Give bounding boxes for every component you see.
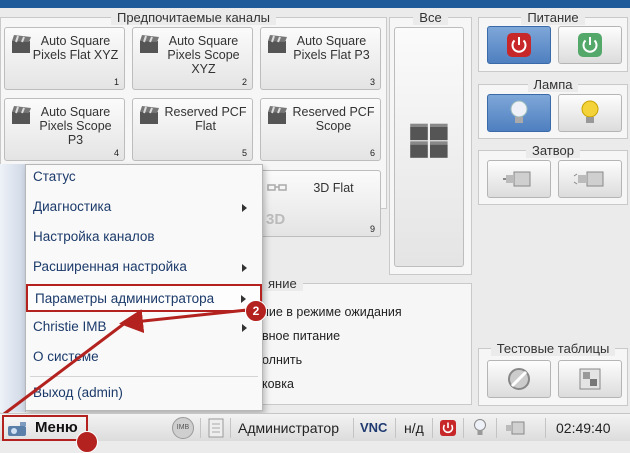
channel-number: 5: [241, 148, 247, 158]
lamp-status-icon: [474, 419, 486, 435]
shutter-open-icon: [573, 171, 604, 187]
channel-number: 2: [241, 77, 247, 87]
channel-number: 3: [369, 77, 375, 87]
channel-number: 4: [113, 148, 119, 158]
projector-icon: [8, 422, 26, 436]
submenu-arrow-icon: [242, 204, 247, 212]
channel-tile-2[interactable]: Auto Square Pixels Scope XYZ 2: [132, 27, 253, 90]
clapperboard-icon: [268, 35, 287, 53]
channel-label: Auto Square Pixels Scope P3: [39, 105, 112, 147]
channel-number: 1: [113, 77, 119, 87]
channel-tile-6[interactable]: Reserved PCF Scope 6: [260, 98, 381, 161]
na-indicator: н/д: [404, 420, 424, 436]
lightbulb-off-icon: [510, 100, 528, 123]
menu-item-christie-imb[interactable]: Christie IMB: [33, 316, 261, 338]
preferred-channels-title: Предпочитаемые каналы: [110, 10, 277, 25]
option-power[interactable]: вное питание: [262, 329, 340, 343]
power-on-button[interactable]: [558, 26, 622, 64]
clock: 02:49:40: [556, 420, 611, 436]
lamp-off-button[interactable]: [487, 94, 551, 132]
shutter-closed-icon: [503, 171, 531, 187]
no-pattern-icon: [508, 368, 530, 390]
channel-tile-3[interactable]: Auto Square Pixels Flat P3 3: [260, 27, 381, 90]
menu-button-label: Меню: [35, 419, 78, 436]
document-icon: [208, 418, 224, 438]
test-pattern-button[interactable]: [558, 360, 622, 398]
test-patterns-title: Тестовые таблицы: [490, 341, 616, 356]
channel-number: 9: [369, 224, 375, 234]
menu-item-admin-settings[interactable]: Параметры администратора: [26, 284, 262, 312]
submenu-arrow-icon: [242, 324, 247, 332]
clapperboard-icon: [268, 106, 287, 124]
channel-label: Auto Square Pixels Flat XYZ: [32, 34, 119, 62]
test-pattern-icon: [579, 368, 601, 390]
shutter-status-icon: [506, 421, 525, 435]
shutter-title: Затвор: [526, 143, 580, 158]
menu-item-about[interactable]: О системе: [33, 346, 261, 368]
power-on-icon: [578, 33, 602, 57]
shutter-close-button[interactable]: [487, 160, 551, 198]
current-user[interactable]: Администратор: [238, 414, 339, 442]
main-menu-popup: Статус Диагностика Настройка каналов Рас…: [25, 164, 263, 411]
menu-button[interactable]: Меню: [2, 415, 88, 441]
menu-item-logout[interactable]: Выход (admin): [33, 382, 261, 404]
channel-tile-5[interactable]: Reserved PCF Flat 5: [132, 98, 253, 161]
clapperboard-icon: [12, 106, 31, 124]
submenu-arrow-icon: [242, 264, 247, 272]
channel-label: Auto Square Pixels Scope XYZ: [167, 34, 240, 76]
window-top-bar: [0, 0, 630, 8]
power-status-icon: [440, 420, 456, 436]
power-title: Питание: [521, 10, 585, 25]
channel-tile-4[interactable]: Auto Square Pixels Scope P3 4: [4, 98, 125, 161]
lamp-on-button[interactable]: [558, 94, 622, 132]
3d-logo-icon: 3D: [266, 211, 286, 228]
menu-item-advanced-setup[interactable]: Расширенная настройка: [33, 256, 261, 278]
channel-tile-9[interactable]: 3D 3D Flat 9: [260, 170, 381, 237]
all-channels-button[interactable]: [394, 27, 464, 267]
channel-number: 6: [369, 148, 375, 158]
callout-badge-partial: [76, 431, 98, 453]
status-bar: Меню IMB Администратор VNC н/д 02:49:40: [0, 413, 630, 453]
imb-icon: IMB: [172, 417, 194, 439]
power-off-button[interactable]: [487, 26, 551, 64]
vnc-indicator[interactable]: VNC: [360, 414, 387, 442]
lamp-title: Лампа: [527, 77, 579, 92]
menu-item-diagnostics[interactable]: Диагностика: [33, 196, 261, 218]
channel-label: Auto Square Pixels Flat P3: [293, 34, 370, 62]
channel-label: Reserved PCF Flat: [164, 105, 247, 133]
3d-glasses-icon: [267, 184, 287, 191]
menu-item-status[interactable]: Статус: [33, 166, 261, 188]
option-execute[interactable]: олнить: [262, 353, 302, 367]
submenu-arrow-icon: [241, 295, 246, 303]
lightbulb-on-icon: [581, 100, 599, 123]
channel-tile-1[interactable]: Auto Square Pixels Flat XYZ 1: [4, 27, 125, 90]
menu-sidebar-strip: [0, 164, 26, 412]
clapperboard-icon: [140, 35, 159, 53]
clapperboard-icon: [12, 35, 31, 53]
option-lock[interactable]: ковка: [262, 377, 294, 391]
clapperboards-icon: [410, 123, 448, 158]
test-pattern-off-button[interactable]: [487, 360, 551, 398]
option-standby[interactable]: ние в режиме ожидания: [262, 305, 402, 319]
clapperboard-icon: [140, 106, 159, 124]
options-title: яние: [262, 276, 303, 291]
channel-label: Reserved PCF Scope: [292, 105, 375, 133]
channel-label: 3D Flat: [313, 181, 354, 195]
callout-badge-2: 2: [245, 300, 267, 322]
power-off-icon: [507, 33, 531, 57]
all-channels-title: Все: [413, 10, 448, 25]
menu-item-channel-setup[interactable]: Настройка каналов: [33, 226, 261, 248]
shutter-open-button[interactable]: [558, 160, 622, 198]
menu-divider: [30, 376, 258, 377]
